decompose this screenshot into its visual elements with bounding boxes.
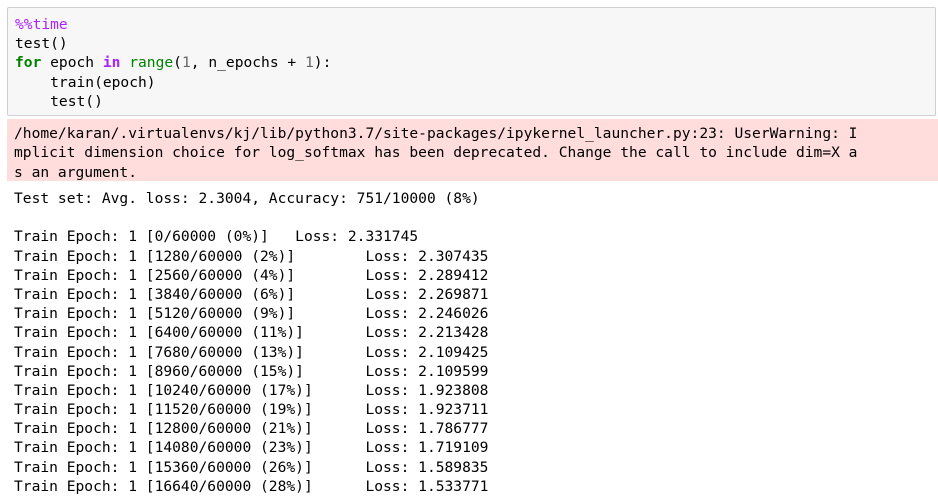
- code-text: train(epoch): [15, 73, 156, 91]
- train-log-line: Train Epoch: 1 [2560/60000 (4%)] Loss: 2…: [14, 266, 489, 284]
- code-text: ):: [313, 54, 332, 72]
- train-log-line: Train Epoch: 1 [12800/60000 (21%)] Loss:…: [14, 420, 489, 438]
- stderr-output: /home/karan/.virtualenvs/kj/lib/python3.…: [7, 119, 938, 181]
- cell-magic: %%time: [15, 16, 68, 33]
- train-log-line: Train Epoch: 1 [1280/60000 (2%)] Loss: 2…: [14, 247, 489, 265]
- code-line: %%time: [15, 15, 935, 34]
- code-text: , n_epochs +: [190, 54, 305, 72]
- train-log-line: Train Epoch: 1 [5120/60000 (9%)] Loss: 2…: [14, 305, 489, 323]
- train-log-line: Train Epoch: 1 [16640/60000 (28%)] Loss:…: [14, 477, 489, 495]
- train-log-line: Train Epoch: 1 [14080/60000 (23%)] Loss:…: [14, 439, 489, 457]
- code-line: train(epoch): [15, 73, 935, 92]
- code-text: test(): [15, 35, 68, 53]
- code-line: test(): [15, 34, 935, 53]
- warning-line: /home/karan/.virtualenvs/kj/lib/python3.…: [14, 125, 858, 142]
- code-cell-input[interactable]: %%time test() for epoch in range(1, n_ep…: [7, 7, 936, 116]
- stdout-output: Test set: Avg. loss: 2.3004, Accuracy: 7…: [14, 189, 934, 496]
- train-log-line: Train Epoch: 1 [15360/60000 (26%)] Loss:…: [14, 458, 489, 476]
- train-log-line: Train Epoch: 1 [7680/60000 (13%)] Loss: …: [14, 343, 489, 361]
- test-summary-line: Test set: Avg. loss: 2.3004, Accuracy: 7…: [14, 190, 480, 207]
- train-log-line: Train Epoch: 1 [3840/60000 (6%)] Loss: 2…: [14, 285, 489, 303]
- train-log-line: Train Epoch: 1 [0/60000 (0%)] Loss: 2.33…: [14, 228, 419, 246]
- train-log-line: Train Epoch: 1 [10240/60000 (17%)] Loss:…: [14, 381, 489, 399]
- number-literal: 1: [181, 54, 191, 72]
- code-line: for epoch in range(1, n_epochs + 1):: [15, 53, 935, 72]
- code-text: epoch: [41, 54, 103, 72]
- number-literal: 1: [305, 54, 314, 72]
- code-line: test(): [15, 92, 935, 111]
- train-log-line: Train Epoch: 1 [6400/60000 (11%)] Loss: …: [14, 324, 489, 342]
- warning-line: mplicit dimension choice for log_softmax…: [14, 144, 858, 162]
- keyword-for: for: [15, 54, 42, 72]
- code-text: (: [173, 54, 182, 72]
- train-log-line: Train Epoch: 1 [8960/60000 (15%)] Loss: …: [14, 362, 489, 380]
- builtin-range: range: [120, 54, 174, 72]
- code-text: test(): [15, 92, 103, 110]
- train-log-line: Train Epoch: 1 [11520/60000 (19%)] Loss:…: [14, 401, 489, 419]
- warning-line: s an argument.: [14, 163, 138, 181]
- keyword-in: in: [102, 54, 121, 72]
